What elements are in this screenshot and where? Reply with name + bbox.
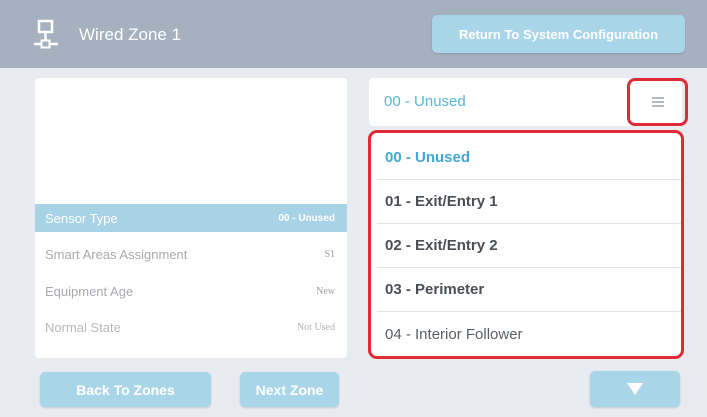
return-to-system-configuration-button[interactable]: Return To System Configuration	[432, 15, 685, 53]
property-row-smart-areas-assignment[interactable]: Smart Areas Assignment S1	[35, 240, 347, 268]
property-label: Equipment Age	[45, 283, 134, 299]
back-to-zones-button[interactable]: Back To Zones	[40, 372, 211, 407]
sensor-type-dropdown-list: 00 - Unused 01 - Exit/Entry 1 02 - Exit/…	[368, 130, 684, 359]
property-label: Smart Areas Assignment	[45, 246, 188, 262]
hamburger-menu-icon	[651, 97, 664, 107]
network-zone-icon	[34, 19, 58, 49]
property-row-normal-state[interactable]: Normal State Not Used	[35, 313, 347, 341]
property-value: 00 - Unused	[278, 212, 335, 224]
property-row-sensor-type[interactable]: Sensor Type 00 - Unused	[35, 204, 347, 232]
header-bar: Wired Zone 1 Return To System Configurat…	[0, 0, 707, 68]
property-value: New	[316, 285, 335, 297]
property-value: S1	[324, 248, 335, 260]
property-value: Not Used	[296, 321, 335, 333]
option-perimeter[interactable]: 03 - Perimeter	[377, 268, 681, 312]
property-label: Sensor Type	[45, 210, 118, 226]
triangle-down-icon	[627, 383, 643, 395]
property-label: Normal State	[45, 319, 121, 335]
zone-properties-panel: Sensor Type 00 - Unused Smart Areas Assi…	[35, 78, 347, 358]
selected-sensor-type: 00 - Unused	[384, 93, 466, 110]
dropdown-toggle-button[interactable]	[627, 78, 688, 126]
option-exit-entry-1[interactable]: 01 - Exit/Entry 1	[377, 180, 681, 224]
option-unused[interactable]: 00 - Unused	[377, 136, 681, 180]
option-exit-entry-2[interactable]: 02 - Exit/Entry 2	[377, 224, 681, 268]
option-interior-follower[interactable]: 04 - Interior Follower	[377, 312, 681, 356]
property-row-equipment-age[interactable]: Equipment Age New	[35, 277, 347, 305]
next-zone-button[interactable]: Next Zone	[240, 372, 339, 407]
scroll-down-button[interactable]	[590, 371, 680, 407]
page-title: Wired Zone 1	[79, 25, 182, 44]
